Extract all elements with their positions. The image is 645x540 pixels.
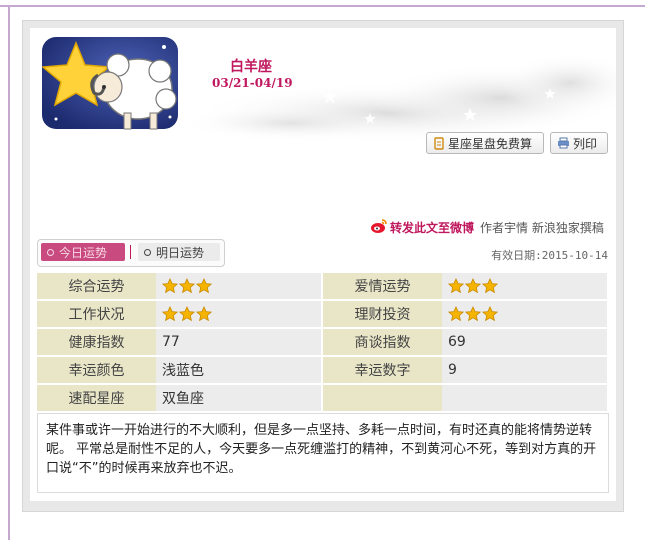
health-index-value: 77 xyxy=(156,329,321,355)
tab-tomorrow-label: 明日运势 xyxy=(156,245,205,260)
print-label: 列印 xyxy=(573,136,598,151)
star-icon xyxy=(196,306,212,322)
match-sign-value: 双鱼座 xyxy=(156,385,321,411)
finance-rating xyxy=(442,301,607,327)
print-button[interactable]: 列印 xyxy=(550,132,608,154)
lucky-number-value: 9 xyxy=(442,357,607,383)
page-frame-left xyxy=(8,5,10,540)
lucky-color-value: 浅蓝色 xyxy=(156,357,321,383)
sign-name: 白羊座 xyxy=(230,59,272,75)
share-row: 转发此文至微博 作者宇情 新浪独家撰稿 xyxy=(370,218,604,237)
fortune-tabs: 今日运势 明日运势 xyxy=(37,239,225,267)
valid-date: 有效日期:2015-10-14 xyxy=(491,249,608,262)
weibo-icon xyxy=(370,218,388,237)
horoscope-panel: 白羊座 03/21-04/19 星座星盘免费算 列印 转发此文至微博 作者宇情 … xyxy=(30,28,616,501)
star-icon xyxy=(179,278,195,294)
fortune-description: 某件事或许一开始进行的不大顺利，但是多一点坚持、多耗一点时间，有时还真的能将情势… xyxy=(37,413,609,493)
love-fortune-rating xyxy=(442,273,607,299)
fortune-table: 综合运势 爱情运势 工作状况 理财投资 健康指数 77 商谈指数 69 幸运颜色… xyxy=(37,273,609,413)
printer-icon xyxy=(557,137,570,149)
ram-with-star-icon xyxy=(41,37,178,133)
work-status-rating xyxy=(156,301,321,327)
love-fortune-label: 爱情运势 xyxy=(323,273,442,299)
star-icon xyxy=(465,306,481,322)
table-row: 工作状况 理财投资 xyxy=(37,301,609,327)
star-icon xyxy=(448,278,464,294)
star-icon xyxy=(179,306,195,322)
negotiation-index-value: 69 xyxy=(442,329,607,355)
table-row: 综合运势 爱情运势 xyxy=(37,273,609,299)
radio-dot-icon xyxy=(144,248,151,256)
page-frame-top xyxy=(0,5,645,7)
finance-label: 理财投资 xyxy=(323,301,442,327)
star-icon xyxy=(196,278,212,294)
star-icon xyxy=(162,278,178,294)
tab-separator xyxy=(130,245,131,259)
sign-dates: 03/21-04/19 xyxy=(212,76,293,90)
match-sign-label: 速配星座 xyxy=(37,385,156,411)
empty-label-cell xyxy=(323,385,442,411)
chart-icon xyxy=(433,136,445,150)
star-icon xyxy=(162,306,178,322)
work-status-label: 工作状况 xyxy=(37,301,156,327)
overall-fortune-rating xyxy=(156,273,321,299)
tab-today-fortune[interactable]: 今日运势 xyxy=(41,243,125,261)
star-icon xyxy=(448,306,464,322)
table-row: 速配星座 双鱼座 xyxy=(37,385,609,411)
table-row: 幸运颜色 浅蓝色 幸运数字 9 xyxy=(37,357,609,383)
overall-fortune-label: 综合运势 xyxy=(37,273,156,299)
negotiation-index-label: 商谈指数 xyxy=(323,329,442,355)
health-index-label: 健康指数 xyxy=(37,329,156,355)
radio-dot-icon xyxy=(47,248,54,256)
horoscope-card: 白羊座 03/21-04/19 星座星盘免费算 列印 转发此文至微博 作者宇情 … xyxy=(22,20,624,512)
empty-value-cell xyxy=(442,385,607,411)
star-icon xyxy=(482,278,498,294)
free-horoscope-label: 星座星盘免费算 xyxy=(448,136,533,151)
lucky-number-label: 幸运数字 xyxy=(323,357,442,383)
free-horoscope-button[interactable]: 星座星盘免费算 xyxy=(426,132,544,154)
table-row: 健康指数 77 商谈指数 69 xyxy=(37,329,609,355)
star-icon xyxy=(465,278,481,294)
tab-today-label: 今日运势 xyxy=(59,245,108,260)
star-icon xyxy=(482,306,498,322)
tab-tomorrow-fortune[interactable]: 明日运势 xyxy=(138,243,220,261)
author-credit: 作者宇情 新浪独家撰稿 xyxy=(480,221,604,235)
share-to-weibo-link[interactable]: 转发此文至微博 xyxy=(390,219,474,236)
lucky-color-label: 幸运颜色 xyxy=(37,357,156,383)
